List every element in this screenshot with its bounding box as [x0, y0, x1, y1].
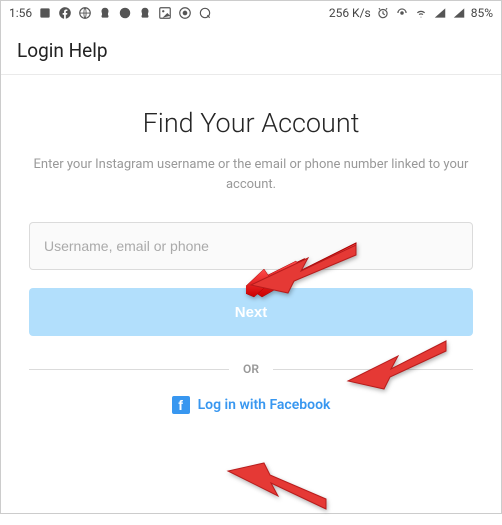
- q-icon: [198, 6, 212, 20]
- wifi-icon: [414, 6, 428, 20]
- username-email-phone-input[interactable]: [29, 222, 473, 270]
- page-title: Login Help: [17, 39, 485, 62]
- alarm-icon: [376, 6, 390, 20]
- hotspot-icon: [395, 6, 409, 20]
- app-header: Login Help: [1, 25, 501, 75]
- divider-line-right: [273, 369, 473, 370]
- facebook-f-glyph: f: [178, 397, 183, 413]
- globe-icon: [78, 6, 92, 20]
- signal-icon-2: [452, 6, 466, 20]
- divider: OR: [29, 362, 473, 376]
- squirrel-icon: [98, 6, 112, 20]
- status-bar: 1:56 256 K/s 85%: [1, 1, 501, 25]
- main-subtitle: Enter your Instagram username or the ema…: [29, 155, 473, 194]
- status-right: 256 K/s 85%: [329, 6, 493, 20]
- main-content: Find Your Account Enter your Instagram u…: [1, 75, 501, 414]
- facebook-login-button[interactable]: f Log in with Facebook: [29, 396, 473, 414]
- facebook-icon: [58, 6, 72, 20]
- battery-percent: 85%: [471, 6, 493, 20]
- facebook-icon: f: [172, 396, 190, 414]
- network-speed: 256 K/s: [329, 6, 371, 20]
- annotation-arrow-3: [226, 461, 336, 525]
- status-time: 1:56: [9, 6, 32, 20]
- divider-line-left: [29, 369, 229, 370]
- chrome-icon: [178, 6, 192, 20]
- notification-icon: [38, 6, 52, 20]
- squirrel-icon-2: [138, 6, 152, 20]
- facebook-login-label: Log in with Facebook: [198, 397, 331, 413]
- signal-icon: [433, 6, 447, 20]
- next-button[interactable]: Next: [29, 288, 473, 336]
- main-heading: Find Your Account: [29, 107, 473, 139]
- picture-icon: [158, 6, 172, 20]
- divider-label: OR: [243, 362, 259, 376]
- app-icon: [118, 6, 132, 20]
- status-left: 1:56: [9, 6, 212, 20]
